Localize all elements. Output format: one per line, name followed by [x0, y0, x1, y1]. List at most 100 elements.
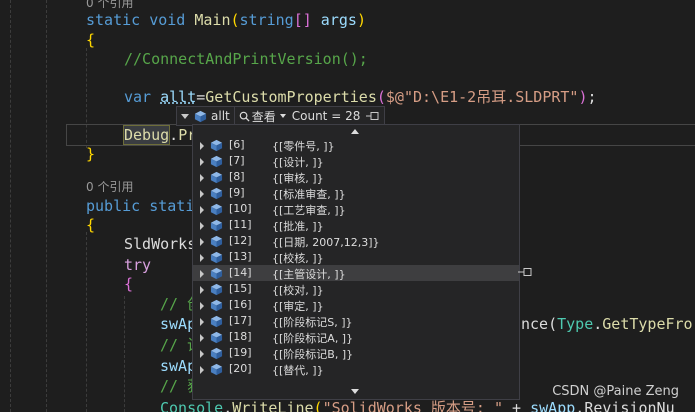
datatip-variable-name: allt [211, 109, 230, 123]
item-index: [20] [229, 362, 252, 375]
item-index: [18] [229, 330, 252, 343]
variable-allt[interactable]: allt [160, 88, 196, 106]
view-dropdown[interactable]: 查看 [233, 107, 290, 125]
dot: . [575, 399, 585, 412]
method-call: GetCustomProperties [205, 88, 377, 106]
datatip-row[interactable]: [11] {[批准, ]} [193, 217, 519, 233]
method-call: GetTypeFro [602, 315, 693, 333]
datatip-row[interactable]: [17] {[阶段标记S, ]} [193, 313, 519, 329]
code-line-main: static void Main(string[] args) [86, 10, 366, 30]
keyword: static [86, 11, 141, 29]
code-comment: //ConnectAndPrintVersion(); [124, 50, 368, 68]
string-literal: "SolidWorks 版本号: " [322, 399, 504, 412]
datatip-row[interactable]: [16] {[审定, ]} [193, 297, 519, 313]
datatip-row[interactable]: [13] {[校核, ]} [193, 249, 519, 265]
codelens-references[interactable]: 0 个引用 [86, 178, 133, 195]
item-value: {[工艺审查, ]} [272, 204, 346, 217]
class-console: Console [160, 399, 224, 412]
paren: ( [313, 399, 323, 412]
scroll-down-icon[interactable] [351, 389, 359, 394]
expand-arrow-icon[interactable] [200, 270, 204, 278]
search-icon [239, 111, 250, 122]
expand-arrow-icon[interactable] [200, 334, 204, 342]
paren: ) [356, 11, 366, 29]
datatip-row[interactable]: [15] {[校对, ]} [193, 281, 519, 297]
view-label: 查看 [251, 109, 276, 124]
item-index: [12] [229, 234, 252, 247]
keyword-try: try [124, 256, 152, 274]
datatip-row[interactable]: [19] {[阶段标记B, ]} [193, 345, 519, 361]
type-name: SldWorks [124, 235, 197, 253]
expand-arrow-icon[interactable] [200, 286, 204, 294]
datatip-row[interactable]: [10] {[工艺审查, ]} [193, 201, 519, 217]
datatip-variable[interactable]: allt [177, 107, 234, 125]
expand-arrow-icon[interactable] [200, 222, 204, 230]
keyword: public [86, 197, 141, 215]
expand-arrow-icon[interactable] [200, 238, 204, 246]
expand-arrow-icon[interactable] [200, 254, 204, 262]
indent-guide [10, 0, 11, 412]
indent-guide [124, 296, 125, 412]
datatip-row[interactable]: [18] {[阶段标记A, ]} [193, 329, 519, 345]
method-tail: nce( [521, 315, 558, 333]
dot: . [593, 315, 603, 333]
keyword: void [149, 11, 186, 29]
item-index: [10] [229, 202, 252, 215]
class-debug: Debug [122, 125, 171, 145]
indent-guide [86, 232, 87, 412]
expand-arrow-icon[interactable] [200, 142, 204, 150]
code-line-try: try [124, 255, 151, 275]
expand-arrow-icon[interactable] [200, 318, 204, 326]
item-index: [9] [229, 186, 245, 199]
parameter: args [311, 11, 357, 29]
collapse-arrow-icon[interactable] [181, 113, 189, 119]
expand-arrow-icon[interactable] [200, 366, 204, 374]
item-index: [15] [229, 282, 252, 295]
code-line-swapp-1-tail: nce(Type.GetTypeFro [521, 314, 693, 334]
brackets: [] [293, 11, 312, 29]
open-brace: { [124, 275, 134, 293]
datatip-row[interactable]: [9] {[标准审查, ]} [193, 185, 519, 201]
paren: ( [376, 88, 386, 106]
item-value: {[阶段标记S, ]} [272, 316, 353, 329]
variable: swAp [160, 315, 197, 333]
code-line-swapp-2: swAp [160, 357, 197, 375]
datatip-list[interactable]: [6] {[零件号, ]} [7] {[设计, ]} [8] {[审核, ]} [9] {[标… [192, 124, 520, 400]
item-index: [8] [229, 170, 245, 183]
datatip-row[interactable]: [12] {[日期, 2007,12,3]} [193, 233, 519, 249]
datatip-header: allt 查看 Count = 28 [176, 106, 386, 126]
item-value: {[替代, ]} [272, 364, 324, 377]
item-index: [14] [229, 266, 252, 279]
item-value: {[标准审查, ]} [272, 188, 346, 201]
semicolon: ; [587, 88, 597, 106]
expand-arrow-icon[interactable] [200, 174, 204, 182]
datatip-row[interactable]: [20] {[替代, ]} [193, 361, 519, 377]
item-index: [19] [229, 346, 252, 359]
scroll-up-icon[interactable] [351, 129, 359, 134]
dot: . [223, 399, 233, 412]
expand-arrow-icon[interactable] [200, 158, 204, 166]
item-index: [7] [229, 154, 245, 167]
item-value: {[批准, ]} [272, 220, 324, 233]
row-pin-icon[interactable] [518, 267, 534, 277]
count-label: Count = 28 [291, 109, 361, 123]
cube-icon [194, 110, 207, 122]
paren: ) [578, 88, 588, 106]
expand-arrow-icon[interactable] [200, 206, 204, 214]
datatip-row[interactable]: [6] {[零件号, ]} [193, 137, 519, 153]
string-literal: $@"D:\E1-2吊耳.SLDPRT" [385, 88, 579, 106]
datatip-row[interactable]: [14] {[主管设计, ]} [193, 265, 519, 281]
pin-button[interactable] [364, 107, 384, 125]
expand-arrow-icon[interactable] [200, 302, 204, 310]
expand-arrow-icon[interactable] [200, 190, 204, 198]
indent-guide [46, 0, 47, 412]
watermark: CSDN @Paine Zeng [552, 384, 679, 399]
datatip-row[interactable]: [7] {[设计, ]} [193, 153, 519, 169]
datatip-row[interactable]: [8] {[审核, ]} [193, 169, 519, 185]
type-name: Type [557, 315, 594, 333]
item-value: {[校对, ]} [272, 284, 324, 297]
item-value: {[零件号, ]} [272, 140, 335, 153]
operator: + [503, 399, 531, 412]
expand-arrow-icon[interactable] [200, 350, 204, 358]
type-name: string [239, 11, 294, 29]
